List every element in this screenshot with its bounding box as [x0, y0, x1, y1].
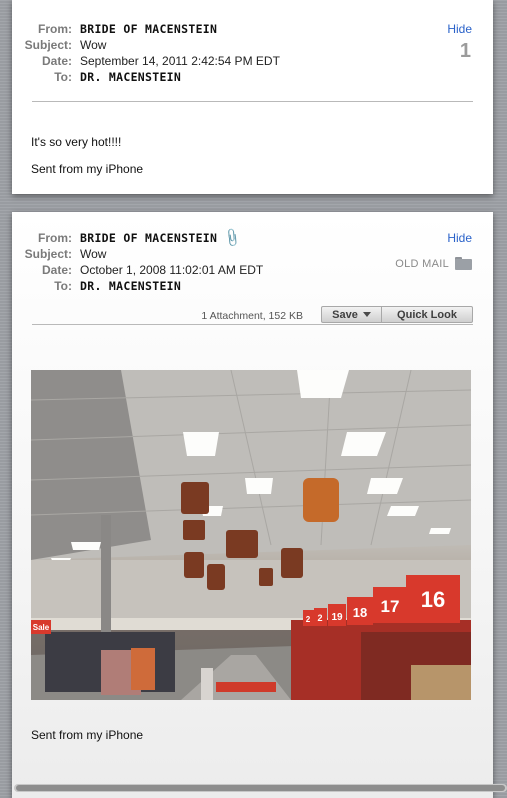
date-label: Date:: [41, 263, 72, 277]
to-label: To:: [54, 70, 72, 84]
message-header: From: BRIDE OF MACENSTEIN 📎 Subject: Wow…: [12, 212, 493, 302]
paperclip-icon: 📎: [221, 226, 244, 249]
mailbox-name: OLD MAIL: [395, 257, 449, 270]
hide-link[interactable]: Hide: [447, 22, 472, 36]
scrollbar-thumb[interactable]: [16, 785, 505, 791]
header-divider: [32, 101, 473, 102]
from-row: From: BRIDE OF MACENSTEIN 📎: [12, 226, 244, 249]
store-photo-illustration: 16 17 18 19 2 2 Sale: [31, 370, 471, 700]
svg-text:Sale: Sale: [33, 623, 50, 632]
save-button[interactable]: Save: [321, 306, 382, 323]
date-label: Date:: [41, 54, 72, 68]
recipient-name[interactable]: DR. MACENSTEIN: [80, 70, 181, 84]
signature-text: Sent from my iPhone: [31, 162, 144, 176]
to-row: To: DR. MACENSTEIN: [12, 69, 181, 85]
subject-value: Wow: [80, 38, 107, 52]
body-line-1: It's so very hot!!!!: [31, 135, 122, 149]
attachment-info: 1 Attachment, 152 KB: [201, 310, 303, 322]
svg-text:16: 16: [421, 587, 445, 612]
date-value: October 1, 2008 11:02:01 AM EDT: [80, 263, 264, 277]
date-value: September 14, 2011 2:42:54 PM EDT: [80, 54, 280, 68]
to-row: To: DR. MACENSTEIN: [12, 278, 181, 294]
svg-text:19: 19: [331, 612, 343, 623]
save-label: Save: [332, 308, 358, 321]
message-card-2: From: BRIDE OF MACENSTEIN 📎 Subject: Wow…: [12, 212, 493, 798]
sender-name[interactable]: BRIDE OF MACENSTEIN: [80, 22, 217, 36]
subject-value: Wow: [80, 247, 107, 261]
attached-photo[interactable]: 16 17 18 19 2 2 Sale: [31, 370, 471, 700]
date-row: Date: October 1, 2008 11:02:01 AM EDT: [12, 262, 263, 278]
quick-look-button[interactable]: Quick Look: [381, 306, 473, 323]
svg-text:17: 17: [381, 597, 400, 616]
message-card-1: From: BRIDE OF MACENSTEIN Subject: Wow D…: [12, 0, 493, 194]
subject-label: Subject:: [24, 38, 72, 52]
signature-text: Sent from my iPhone: [31, 728, 144, 742]
sender-name[interactable]: BRIDE OF MACENSTEIN: [80, 231, 217, 245]
folder-icon: [455, 257, 472, 270]
triangle-down-icon: [362, 312, 371, 317]
subject-row: Subject: Wow: [12, 246, 107, 262]
from-label: From:: [38, 231, 72, 245]
to-label: To:: [54, 279, 72, 293]
svg-text:2: 2: [306, 615, 311, 624]
from-label: From:: [38, 22, 72, 36]
date-row: Date: September 14, 2011 2:42:54 PM EDT: [12, 53, 280, 69]
subject-label: Subject:: [24, 247, 72, 261]
mailbox-indicator[interactable]: OLD MAIL: [395, 257, 472, 270]
from-row: From: BRIDE OF MACENSTEIN: [12, 21, 217, 37]
hide-link[interactable]: Hide: [447, 231, 472, 245]
message-number: 1: [459, 40, 471, 62]
message-header: From: BRIDE OF MACENSTEIN Subject: Wow D…: [12, 0, 493, 90]
horizontal-scrollbar[interactable]: [14, 784, 507, 792]
recipient-name[interactable]: DR. MACENSTEIN: [80, 279, 181, 293]
subject-row: Subject: Wow: [12, 37, 107, 53]
attachment-bar: 1 Attachment, 152 KB Save Quick Look: [32, 305, 473, 325]
svg-text:2: 2: [317, 613, 322, 623]
svg-text:18: 18: [353, 605, 367, 620]
